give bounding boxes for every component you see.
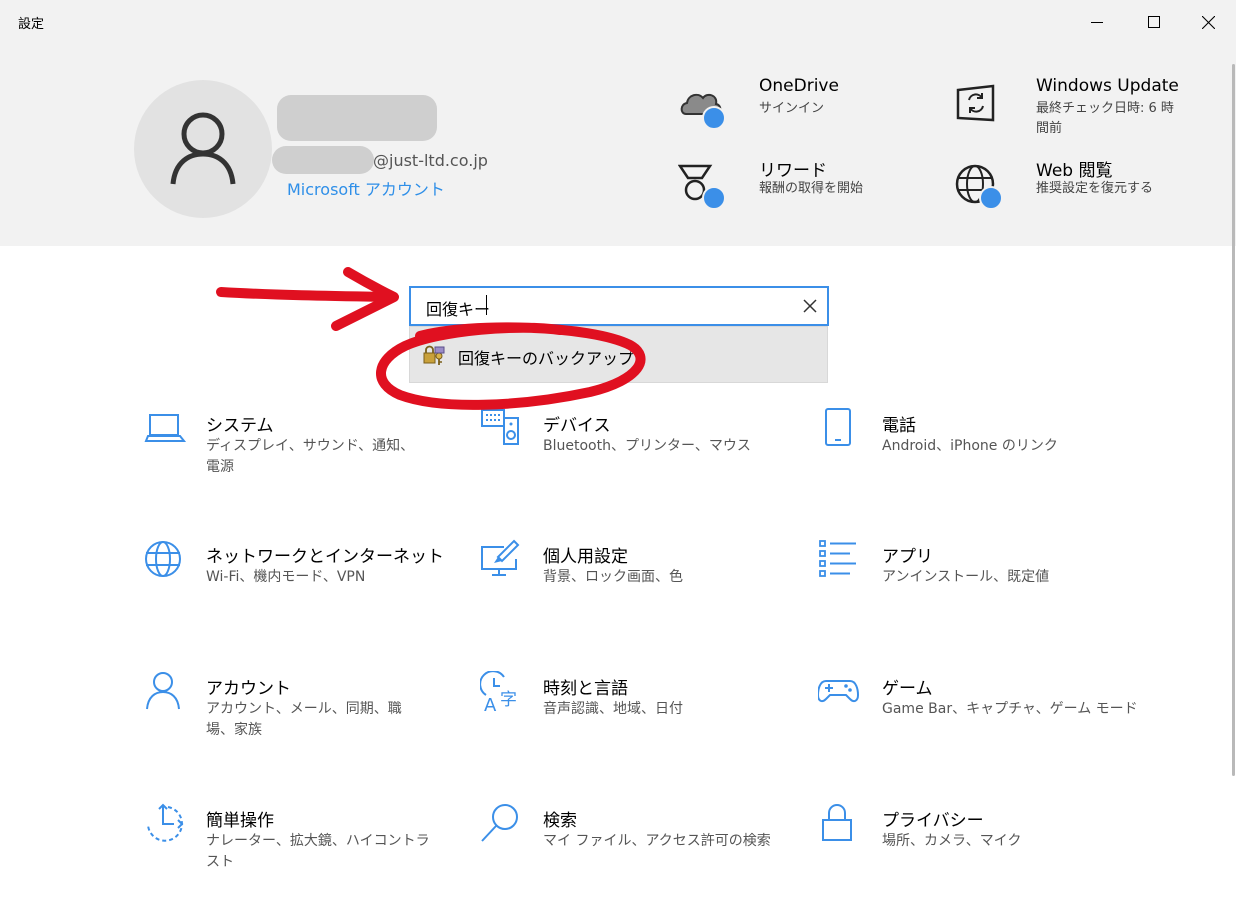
phone-icon (825, 408, 851, 446)
category-privacy[interactable]: プライバシー 場所、カメラ、マイク (818, 803, 1118, 903)
redacted-name (277, 95, 437, 141)
category-system[interactable]: システム ディスプレイ、サウンド、通知、電源 (144, 408, 444, 508)
category-title: システム (206, 416, 274, 436)
category-title: 検索 (543, 811, 577, 831)
globe-icon (145, 541, 181, 577)
windows-update-item[interactable]: Windows Update 最終チェック日時: 6 時間前 (955, 76, 1185, 144)
status-dot (979, 186, 1003, 210)
minimize-icon (1090, 22, 1103, 23)
category-devices[interactable]: デバイス Bluetooth、プリンター、マウス (480, 408, 780, 508)
category-title: 電話 (882, 416, 916, 436)
category-personalization[interactable]: 個人用設定 背景、ロック画面、色 (480, 539, 780, 639)
category-description: Bluetooth、プリンター、マウス (543, 438, 751, 454)
rewards-subtitle: 報酬の取得を開始 (759, 181, 864, 196)
rewards-title: リワード (759, 161, 827, 181)
user-silhouette-icon (170, 112, 236, 185)
close-button[interactable] (1180, 0, 1236, 44)
category-ease-of-access[interactable]: 簡単操作 ナレーター、拡大鏡、ハイコントラスト (144, 803, 444, 903)
annotation-arrow-head (331, 267, 399, 331)
category-description: アカウント、メール、同期、職場、家族 (206, 701, 402, 738)
web-browsing-item[interactable]: Web 閲覧 推奨設定を復元する (955, 161, 1185, 224)
settings-search-box[interactable]: 回復キー (409, 286, 829, 326)
maximize-icon (1147, 16, 1160, 28)
windows-update-subtitle: 最終チェック日時: 6 時間前 (1036, 101, 1174, 136)
category-search[interactable]: 検索 マイ ファイル、アクセス許可の検索 (480, 803, 780, 903)
category-phone[interactable]: 電話 Android、iPhone のリンク (818, 408, 1118, 508)
category-description: ナレーター、拡大鏡、ハイコントラスト (206, 833, 430, 870)
category-description: Wi-Fi、機内モード、VPN (206, 569, 366, 585)
status-dot (702, 186, 726, 210)
ease-of-access-icon (147, 803, 184, 842)
category-title: プライバシー (882, 811, 984, 831)
search-input[interactable]: 回復キー (426, 296, 490, 320)
category-description: Game Bar、キャプチャ、ゲーム モード (882, 701, 1138, 717)
person-icon (146, 672, 180, 710)
clear-search-icon[interactable] (801, 297, 819, 315)
category-accounts[interactable]: アカウント アカウント、メール、同期、職場、家族 (144, 671, 444, 771)
svg-text:字: 字 (500, 690, 517, 710)
avatar[interactable] (134, 80, 272, 218)
redacted-email-user (272, 146, 374, 174)
suggestion-label: 回復キーのバックアップ (458, 349, 635, 368)
padlock-icon (822, 804, 852, 841)
category-description: マイ ファイル、アクセス許可の検索 (543, 833, 771, 849)
onedrive-subtitle: サインイン (759, 101, 825, 116)
category-title: ネットワークとインターネット (206, 547, 444, 567)
onedrive-item[interactable]: OneDrive サインイン (678, 76, 878, 144)
app-list-icon (819, 540, 856, 577)
web-browsing-subtitle: 推奨設定を復元する (1036, 181, 1154, 196)
category-time-language[interactable]: A 字 時刻と言語 音声認識、地域、日付 (480, 671, 780, 771)
category-description: 場所、カメラ、マイク (882, 833, 1022, 849)
title-bar: 設定 (0, 0, 1236, 44)
category-title: 簡単操作 (206, 811, 274, 831)
rewards-item[interactable]: リワード 報酬の取得を開始 (678, 161, 878, 224)
category-network[interactable]: ネットワークとインターネット Wi-Fi、機内モード、VPN (144, 539, 444, 639)
magnifier-icon (481, 804, 518, 842)
account-email: @just-ltd.co.jp (373, 151, 488, 170)
windows-update-icon (956, 84, 995, 122)
maximize-button[interactable] (1125, 0, 1182, 44)
status-dot (702, 106, 726, 130)
category-title: デバイス (543, 416, 611, 436)
category-apps[interactable]: アプリ アンインストール、既定値 (818, 539, 1118, 639)
category-description: Android、iPhone のリンク (882, 438, 1058, 454)
keyboard-speaker-icon (481, 409, 519, 445)
svg-text:A: A (484, 695, 497, 715)
bitlocker-key-icon (423, 345, 445, 365)
microsoft-account-link[interactable]: Microsoft アカウント (287, 176, 445, 200)
laptop-icon (144, 414, 187, 442)
search-suggestion[interactable]: 回復キーのバックアップ (409, 326, 828, 383)
category-title: アプリ (882, 547, 933, 567)
category-gaming[interactable]: ゲーム Game Bar、キャプチャ、ゲーム モード (818, 671, 1138, 771)
scrollbar[interactable] (1232, 64, 1235, 776)
gamepad-icon (818, 680, 860, 703)
web-browsing-title: Web 閲覧 (1036, 161, 1113, 181)
annotation-arrow-shaft (216, 287, 397, 302)
onedrive-title: OneDrive (759, 76, 839, 96)
category-description: ディスプレイ、サウンド、通知、電源 (206, 438, 415, 475)
category-title: 時刻と言語 (543, 679, 628, 699)
window-title: 設定 (18, 17, 45, 32)
text-caret (486, 295, 487, 315)
time-language-icon: A 字 (480, 671, 517, 715)
category-description: 音声認識、地域、日付 (543, 701, 683, 717)
close-icon (1202, 15, 1215, 29)
windows-update-title: Windows Update (1036, 76, 1179, 96)
category-title: 個人用設定 (543, 547, 628, 567)
category-description: 背景、ロック画面、色 (543, 569, 683, 585)
paint-brush-icon (481, 539, 520, 576)
minimize-button[interactable] (1068, 0, 1125, 44)
category-description: アンインストール、既定値 (882, 569, 1050, 585)
category-title: ゲーム (882, 679, 933, 699)
category-title: アカウント (206, 679, 291, 699)
